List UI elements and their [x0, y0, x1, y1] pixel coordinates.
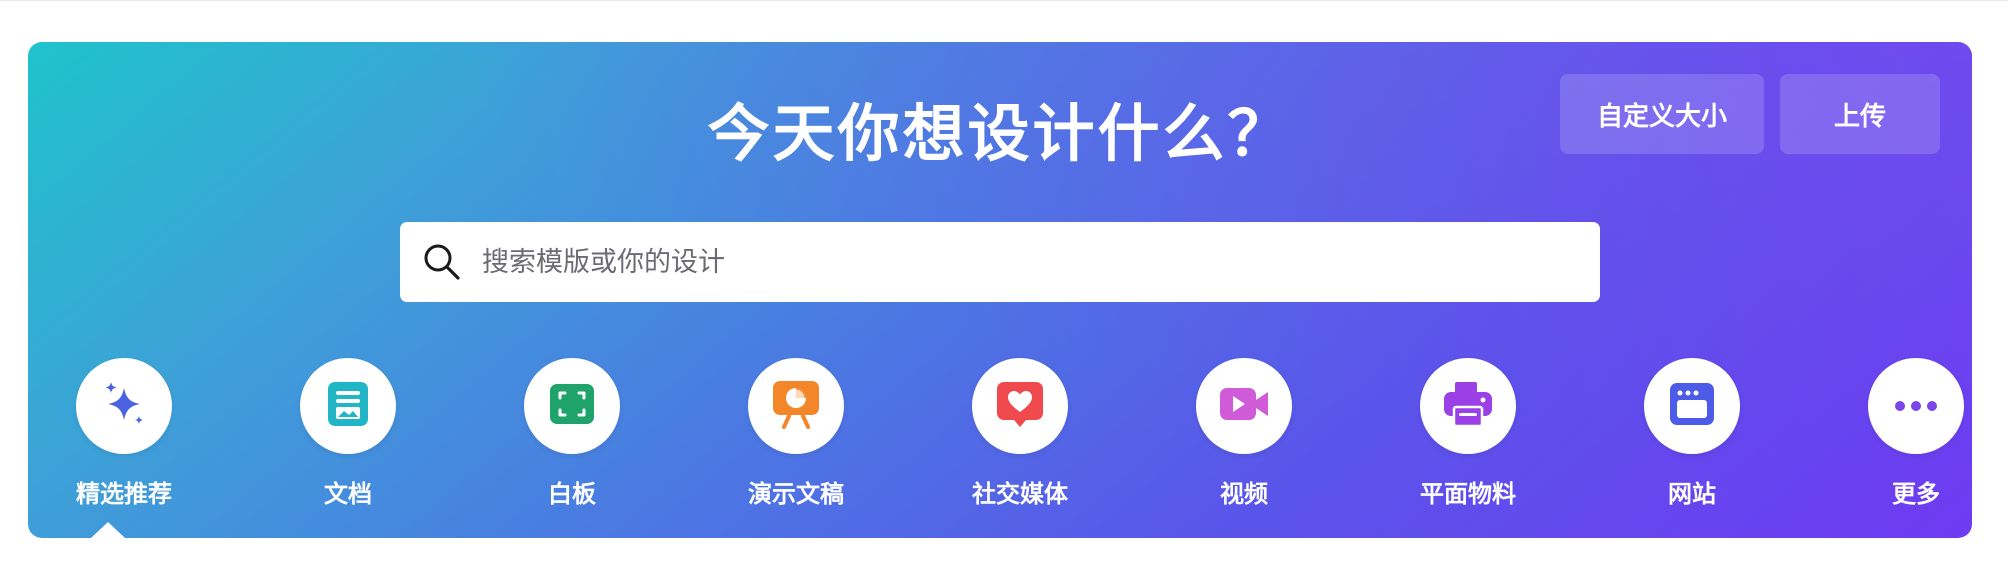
category-label: 平面物料 — [1420, 480, 1516, 508]
category-whiteboard-circle — [524, 358, 620, 454]
category-label: 更多 — [1892, 480, 1940, 508]
category-featured-circle — [76, 358, 172, 454]
category-label: 网站 — [1668, 480, 1716, 508]
category-label: 文档 — [324, 480, 372, 508]
category-social-media[interactable]: 社交媒体 — [940, 358, 1100, 509]
upload-button[interactable]: 上传 — [1780, 74, 1940, 154]
category-row: 精选推荐 文档 白板 演示文稿 社交媒体 视频 平面物料 网站 更多 — [28, 358, 1972, 538]
search-icon — [420, 240, 464, 284]
category-label: 社交媒体 — [972, 480, 1068, 508]
printer-icon — [1442, 379, 1494, 433]
category-docs[interactable]: 文档 — [268, 358, 428, 509]
sparkle-icon — [94, 374, 154, 438]
category-label: 视频 — [1220, 480, 1268, 508]
category-label: 演示文稿 — [748, 480, 844, 508]
category-featured[interactable]: 精选推荐 — [44, 358, 204, 509]
search-box[interactable] — [400, 222, 1600, 302]
top-divider — [0, 0, 2008, 1]
category-website-circle — [1644, 358, 1740, 454]
category-video-circle — [1196, 358, 1292, 454]
category-more-circle — [1868, 358, 1964, 454]
active-category-indicator — [91, 522, 125, 538]
category-presentation[interactable]: 演示文稿 — [716, 358, 876, 509]
website-icon — [1668, 381, 1716, 431]
category-label: 白板 — [548, 480, 596, 508]
category-docs-circle — [300, 358, 396, 454]
social-heart-icon — [995, 379, 1045, 433]
presentation-icon — [771, 379, 821, 433]
category-label: 精选推荐 — [76, 480, 172, 508]
category-more[interactable]: 更多 — [1836, 358, 1972, 509]
search-input[interactable] — [480, 245, 1564, 279]
document-icon — [324, 380, 372, 432]
category-whiteboard[interactable]: 白板 — [492, 358, 652, 509]
category-print-circle — [1420, 358, 1516, 454]
more-icon — [1892, 397, 1940, 416]
category-social-media-circle — [972, 358, 1068, 454]
whiteboard-icon — [548, 380, 596, 432]
hero-banner: 今天你想设计什么？ 自定义大小 上传 精选推荐 — [28, 42, 1972, 538]
category-website[interactable]: 网站 — [1612, 358, 1772, 509]
category-print[interactable]: 平面物料 — [1388, 358, 1548, 509]
category-video[interactable]: 视频 — [1164, 358, 1324, 509]
video-icon — [1218, 380, 1270, 432]
custom-size-button[interactable]: 自定义大小 — [1560, 74, 1764, 154]
category-presentation-circle — [748, 358, 844, 454]
